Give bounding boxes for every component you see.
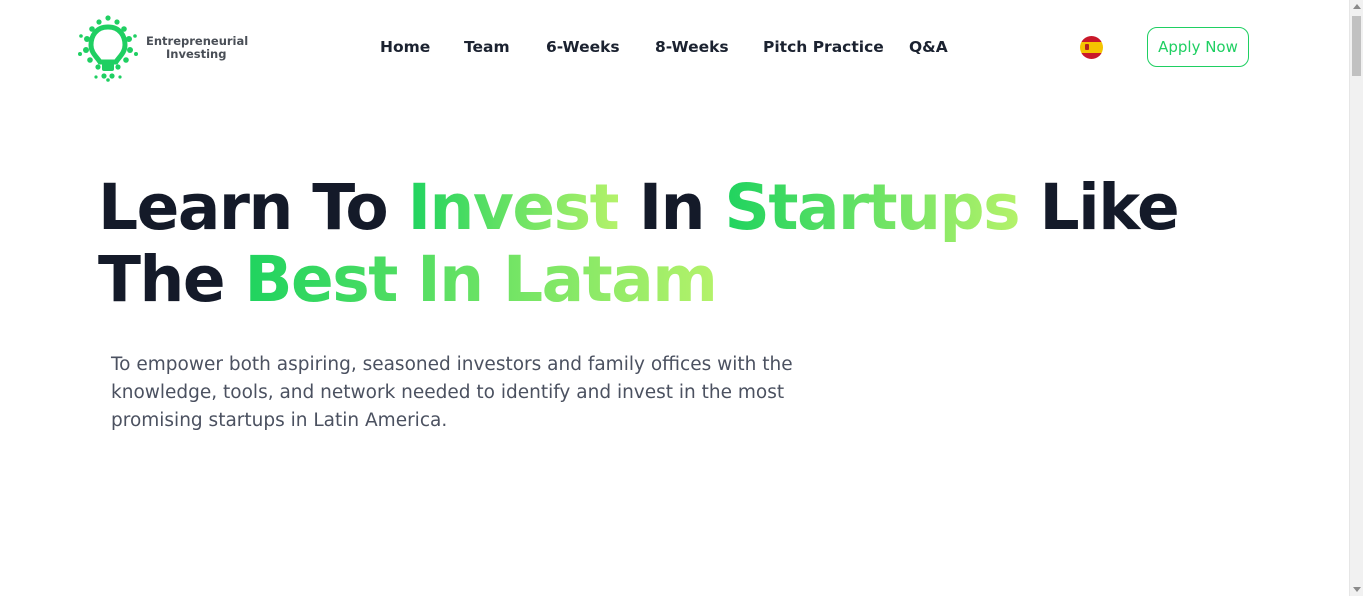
hero-title-highlight: Best In Latam xyxy=(244,243,718,316)
hero-subtitle: To empower both aspiring, seasoned inves… xyxy=(111,354,793,431)
logo-line-2: Investing xyxy=(166,47,227,61)
page: Entrepreneurial Investing Home Team 6-We… xyxy=(0,0,1363,596)
page-scrollbar[interactable] xyxy=(1349,0,1363,596)
lightbulb-dots-logo-icon xyxy=(78,15,138,82)
scroll-down-arrow-icon[interactable] xyxy=(1353,587,1361,592)
hero-title-word: In xyxy=(638,171,706,244)
nav-pitch-practice[interactable]: Pitch Practice xyxy=(763,38,884,56)
hero-title-highlight: Invest xyxy=(407,171,620,244)
spain-flag-icon[interactable] xyxy=(1080,36,1103,59)
hero-title-word: Learn To xyxy=(98,171,389,244)
hero-title-highlight: Startups xyxy=(724,171,1020,244)
scroll-up-arrow-icon[interactable] xyxy=(1353,4,1361,9)
hero-title-word: Like xyxy=(1039,171,1180,244)
scrollbar-thumb[interactable] xyxy=(1352,16,1361,76)
hero-title-word: The xyxy=(98,243,226,316)
nav-8-weeks[interactable]: 8-Weeks xyxy=(655,38,729,56)
site-logo[interactable]: Entrepreneurial Investing xyxy=(76,14,248,82)
nav-team[interactable]: Team xyxy=(464,38,510,56)
apply-now-button[interactable]: Apply Now xyxy=(1147,27,1249,67)
logo-wordmark: Entrepreneurial Investing xyxy=(146,35,248,61)
hero-title: Learn To Invest In Startups Like The Bes… xyxy=(98,171,1180,316)
nav-6-weeks[interactable]: 6-Weeks xyxy=(546,38,620,56)
nav-qa[interactable]: Q&A xyxy=(909,38,948,56)
nav-home[interactable]: Home xyxy=(380,38,430,56)
